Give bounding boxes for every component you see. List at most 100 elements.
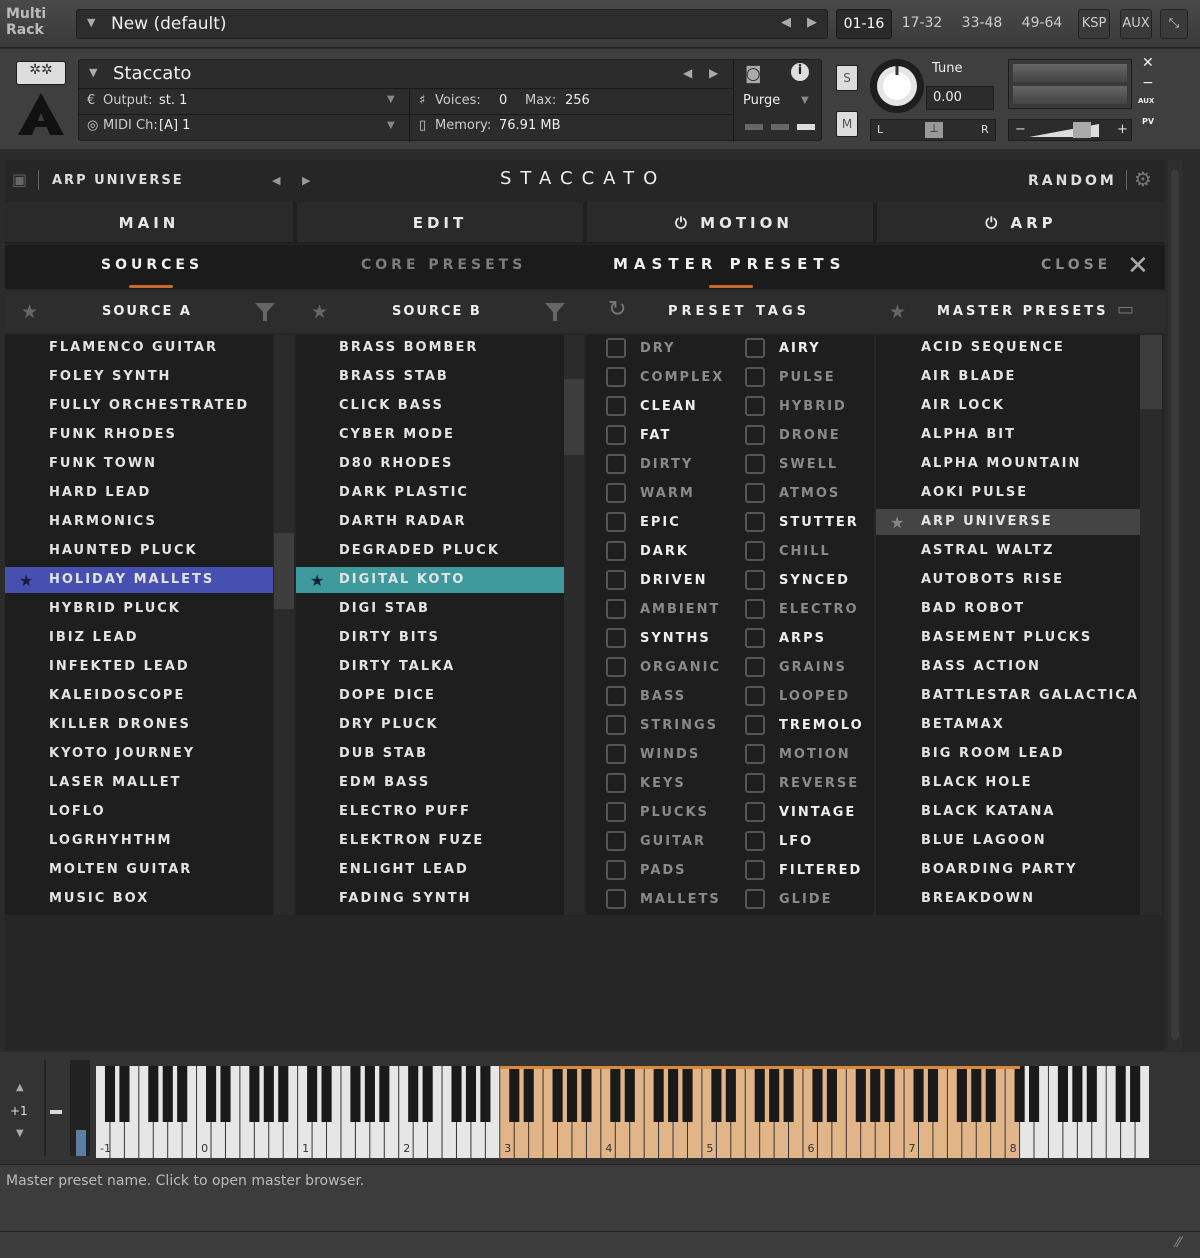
source-b-item[interactable]: DOPE DICE	[296, 683, 564, 709]
black-key[interactable]	[104, 1066, 116, 1122]
checkbox[interactable]	[606, 657, 626, 677]
checkbox[interactable]	[606, 396, 626, 416]
black-key[interactable]	[783, 1066, 794, 1122]
checkbox[interactable]	[606, 454, 626, 474]
source-b-item[interactable]: DIGI STAB	[296, 596, 564, 622]
black-key[interactable]	[956, 1066, 967, 1122]
rack-name-field[interactable]: ▼ New (default) ◀ ▶	[76, 9, 828, 39]
checkbox[interactable]	[745, 628, 765, 648]
source-b-item[interactable]: D80 RHODES	[296, 451, 564, 477]
black-key[interactable]	[985, 1066, 996, 1122]
page-49-64[interactable]: 49-64	[1014, 9, 1070, 39]
tune-value[interactable]: 0.00	[933, 90, 962, 105]
checkbox[interactable]	[745, 570, 765, 590]
checkbox[interactable]	[745, 599, 765, 619]
black-key[interactable]	[870, 1066, 881, 1122]
vertical-scrollbar[interactable]	[1168, 160, 1182, 1050]
tag-checkbox[interactable]: VINTAGE	[745, 802, 874, 828]
checkbox[interactable]	[745, 396, 765, 416]
source-a-item[interactable]: IBIZ LEAD	[5, 625, 273, 651]
checkbox[interactable]	[606, 367, 626, 387]
master-presets-scrollbar[interactable]	[1140, 335, 1162, 915]
rack-dropdown-icon[interactable]: ▼	[87, 16, 95, 29]
tag-checkbox[interactable]: DRIVEN	[606, 570, 736, 596]
checkbox[interactable]	[745, 773, 765, 793]
mod-wheel[interactable]	[70, 1060, 90, 1156]
info-icon[interactable]: i	[791, 63, 809, 81]
max-voices-value[interactable]: 256	[565, 93, 590, 108]
tag-checkbox[interactable]: DRONE	[745, 425, 874, 451]
tag-checkbox[interactable]: GUITAR	[606, 831, 736, 857]
tab-arp[interactable]: ⏻ ARP	[877, 202, 1165, 242]
checkbox[interactable]	[606, 715, 626, 735]
tag-checkbox[interactable]: SWELL	[745, 454, 874, 480]
black-key[interactable]	[769, 1066, 780, 1122]
black-key[interactable]	[711, 1066, 722, 1122]
source-b-item[interactable]: DRY PLUCK	[296, 712, 564, 738]
master-preset-item[interactable]: BASS ACTION	[876, 654, 1140, 680]
master-preset-item[interactable]: ★ ARP UNIVERSE	[876, 509, 1140, 535]
tag-checkbox[interactable]: BASS	[606, 686, 736, 712]
black-key[interactable]	[653, 1066, 664, 1122]
tab-sources[interactable]: SOURCES	[101, 257, 203, 273]
aux-toggle[interactable]: AUX	[1138, 97, 1154, 105]
source-a-item[interactable]: HARMONICS	[5, 509, 273, 535]
master-preset-item[interactable]: ASTRAL WALTZ	[876, 538, 1140, 564]
volume-minus-icon[interactable]: −	[1015, 122, 1026, 137]
checkbox[interactable]	[606, 425, 626, 445]
tag-checkbox[interactable]: CLEAN	[606, 396, 736, 422]
black-key[interactable]	[119, 1066, 130, 1122]
rack-name[interactable]: New (default)	[111, 14, 227, 34]
source-a-item[interactable]: FULLY ORCHESTRATED	[5, 393, 273, 419]
black-key[interactable]	[581, 1066, 592, 1122]
black-key[interactable]	[162, 1066, 173, 1122]
volume-plus-icon[interactable]: +	[1117, 122, 1128, 137]
tag-checkbox[interactable]: STUTTER	[745, 512, 874, 538]
master-preset-item[interactable]: AIR LOCK	[876, 393, 1140, 419]
tag-checkbox[interactable]: LOOPED	[745, 686, 874, 712]
page-01-16[interactable]: 01-16	[836, 9, 892, 39]
favorite-star-icon[interactable]: ★	[890, 513, 906, 532]
checkbox[interactable]	[745, 860, 765, 880]
output-dropdown-icon[interactable]: ▼	[387, 94, 395, 105]
master-preset-item[interactable]: BETAMAX	[876, 712, 1140, 738]
checkbox[interactable]	[606, 889, 626, 909]
tag-checkbox[interactable]: AIRY	[745, 338, 874, 364]
black-key[interactable]	[364, 1066, 375, 1122]
tag-checkbox[interactable]: ELECTRO	[745, 599, 874, 625]
checkbox[interactable]	[745, 889, 765, 909]
checkbox[interactable]	[606, 860, 626, 880]
black-key[interactable]	[812, 1066, 823, 1122]
source-a-item[interactable]: KALEIDOSCOPE	[5, 683, 273, 709]
checkbox[interactable]	[745, 454, 765, 474]
tag-checkbox[interactable]: WINDS	[606, 744, 736, 770]
black-key[interactable]	[1057, 1066, 1068, 1122]
black-key[interactable]	[278, 1066, 289, 1122]
close-browser-button[interactable]: CLOSE	[1041, 257, 1111, 273]
source-a-item[interactable]: FLAMENCO GUITAR	[5, 335, 273, 361]
source-b-item[interactable]: DIRTY BITS	[296, 625, 564, 651]
master-preset-item[interactable]: BAD ROBOT	[876, 596, 1140, 622]
source-b-item[interactable]: DUB STAB	[296, 741, 564, 767]
volume-slider[interactable]: − +	[1008, 119, 1132, 141]
tag-checkbox[interactable]: ARPS	[745, 628, 874, 654]
source-a-item[interactable]: INFEKTED LEAD	[5, 654, 273, 680]
solo-button[interactable]: S	[836, 65, 858, 91]
black-key[interactable]	[971, 1066, 982, 1122]
instrument-close-icon[interactable]: ✕	[1142, 55, 1154, 71]
octave-down-icon[interactable]: ▼	[16, 1128, 24, 1139]
checkbox[interactable]	[606, 570, 626, 590]
source-b-item[interactable]: EDM BASS	[296, 770, 564, 796]
black-key[interactable]	[509, 1066, 520, 1122]
source-a-favorites-icon[interactable]: ★	[21, 301, 38, 323]
source-b-scrollbar[interactable]	[564, 335, 584, 915]
tag-checkbox[interactable]: SYNTHS	[606, 628, 736, 654]
source-a-item[interactable]: KYOTO JOURNEY	[5, 741, 273, 767]
tag-checkbox[interactable]: SYNCED	[745, 570, 874, 596]
black-key[interactable]	[754, 1066, 765, 1122]
tag-checkbox[interactable]: DARK	[606, 541, 736, 567]
display-toggle-icon[interactable]: ▭	[1117, 299, 1134, 320]
source-b-item[interactable]: ELEKTRON FUZE	[296, 828, 564, 854]
master-preset-item[interactable]: AIR BLADE	[876, 364, 1140, 390]
source-b-item[interactable]: DARK PLASTIC	[296, 480, 564, 506]
